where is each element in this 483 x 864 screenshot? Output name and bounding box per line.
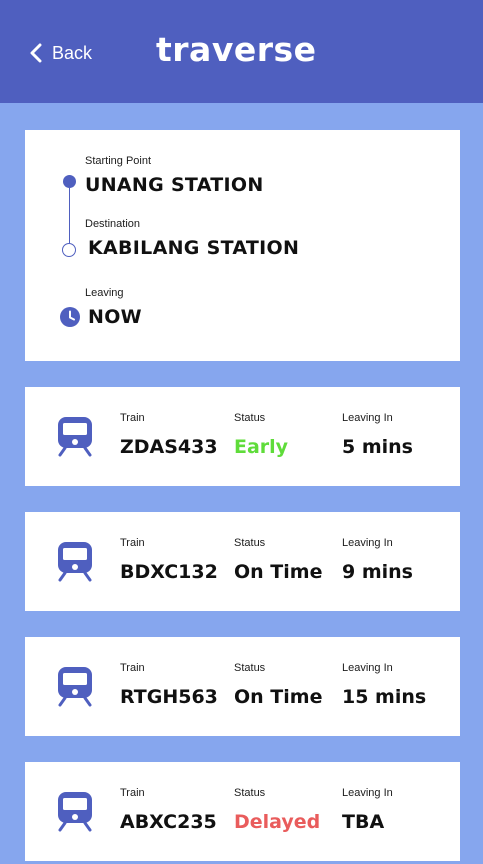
train-leaving-in: 5 mins bbox=[342, 436, 413, 458]
status-column-label: Status bbox=[234, 412, 266, 424]
train-card[interactable]: Train Status Leaving In ZDAS433 Early 5 … bbox=[25, 387, 460, 486]
train-card[interactable]: Train Status Leaving In BDXC132 On Time … bbox=[25, 512, 460, 611]
train-icon bbox=[58, 542, 92, 582]
route-connector bbox=[69, 188, 70, 243]
train-icon bbox=[58, 417, 92, 457]
app-header: Back traverse bbox=[0, 0, 483, 103]
train-column-label: Train bbox=[120, 537, 145, 549]
train-card[interactable]: Train Status Leaving In ABXC235 Delayed … bbox=[25, 762, 460, 861]
destination-label: Destination bbox=[85, 218, 141, 230]
start-dot-icon bbox=[63, 175, 76, 188]
train-leaving-in: 15 mins bbox=[342, 686, 427, 708]
train-status: Early bbox=[234, 436, 289, 458]
leaving-in-column-label: Leaving In bbox=[342, 662, 393, 674]
train-id: BDXC132 bbox=[120, 561, 218, 583]
starting-point-label: Starting Point bbox=[85, 155, 152, 167]
train-leaving-in: 9 mins bbox=[342, 561, 413, 583]
leaving-in-column-label: Leaving In bbox=[342, 537, 393, 549]
destination-value: KABILANG STATION bbox=[88, 237, 300, 259]
train-id: ZDAS433 bbox=[120, 436, 218, 458]
train-column-label: Train bbox=[120, 412, 145, 424]
destination-dot-icon bbox=[62, 243, 76, 257]
status-column-label: Status bbox=[234, 662, 266, 674]
status-column-label: Status bbox=[234, 787, 266, 799]
route-summary-card: Starting Point UNANG STATION Destination… bbox=[25, 130, 460, 361]
chevron-left-icon bbox=[30, 43, 42, 63]
train-column-label: Train bbox=[120, 787, 145, 799]
back-label: Back bbox=[52, 42, 93, 63]
app-logo: traverse bbox=[156, 30, 317, 69]
leaving-in-column-label: Leaving In bbox=[342, 412, 393, 424]
train-leaving-in: TBA bbox=[342, 811, 385, 833]
train-column-label: Train bbox=[120, 662, 145, 674]
train-card[interactable]: Train Status Leaving In RTGH563 On Time … bbox=[25, 637, 460, 736]
starting-point-value: UNANG STATION bbox=[85, 174, 264, 196]
train-id: RTGH563 bbox=[120, 686, 218, 708]
leaving-label: Leaving bbox=[85, 287, 124, 299]
train-status: On Time bbox=[234, 561, 323, 583]
leaving-value: NOW bbox=[88, 306, 142, 328]
back-button[interactable]: Back bbox=[30, 40, 92, 66]
train-icon bbox=[58, 667, 92, 707]
status-column-label: Status bbox=[234, 537, 266, 549]
train-status: On Time bbox=[234, 686, 323, 708]
train-status: Delayed bbox=[234, 811, 321, 833]
train-id: ABXC235 bbox=[120, 811, 217, 833]
clock-icon bbox=[60, 307, 80, 327]
train-icon bbox=[58, 792, 92, 832]
leaving-in-column-label: Leaving In bbox=[342, 787, 393, 799]
